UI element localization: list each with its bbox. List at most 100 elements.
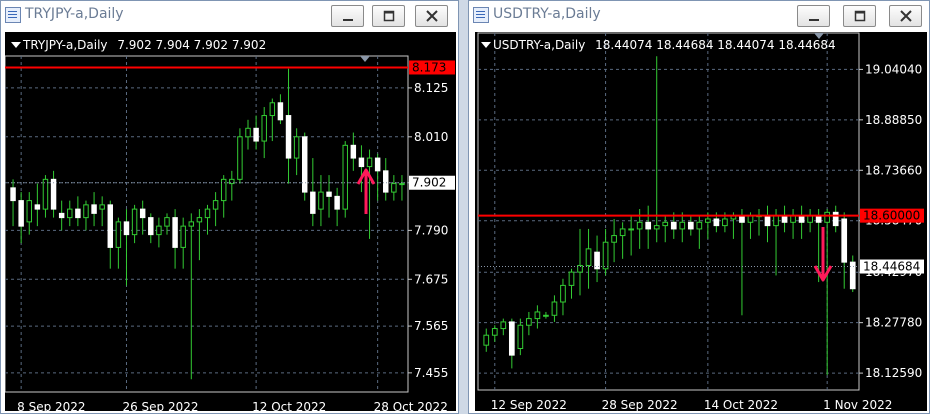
x-tick-label: 1 Nov 2022 xyxy=(823,398,892,412)
y-tick-label: 19.04040 xyxy=(865,62,922,76)
candle-body xyxy=(277,102,284,121)
candle-body xyxy=(391,183,397,193)
chart-header: TRYJPY-a,Daily 7.902 7.904 7.902 7.902 xyxy=(23,38,266,52)
candle-body xyxy=(26,200,32,223)
minimize-button[interactable] xyxy=(331,5,364,27)
candle-body xyxy=(619,228,626,237)
candle-body xyxy=(148,217,154,236)
maximize-button[interactable] xyxy=(372,5,405,27)
candle-body xyxy=(293,136,300,159)
candle-body xyxy=(670,221,677,230)
window-title: TRYJPY-a,Daily xyxy=(25,6,124,22)
candle-body xyxy=(491,328,498,336)
candle-body xyxy=(662,221,669,227)
candle-body xyxy=(722,218,728,227)
candle-body xyxy=(204,208,211,219)
chart-canvas[interactable]: 19.0404018.8885018.7366018.5847018.42970… xyxy=(475,32,929,413)
chart-canvas[interactable]: 8.125 8.010 7.902 7.790 7.675 7.565 7.455 8 Sep… xyxy=(5,32,458,413)
candle-body xyxy=(543,314,549,317)
price-label: 18.44684 xyxy=(863,260,920,274)
minimize-button[interactable] xyxy=(797,5,830,27)
close-button[interactable] xyxy=(415,5,448,27)
candle-body xyxy=(326,191,332,197)
candle-body xyxy=(318,191,324,210)
candle-body xyxy=(91,204,97,214)
candle-body xyxy=(67,208,73,219)
candle-body xyxy=(245,127,251,138)
candle-body xyxy=(58,212,65,219)
candle-body xyxy=(310,191,316,214)
candle-body xyxy=(115,221,122,248)
candle-body xyxy=(180,225,186,248)
candle-body xyxy=(653,225,660,230)
window-titlebar[interactable]: USDTRY-a,Daily xyxy=(469,1,929,32)
candle-body xyxy=(713,218,720,227)
candle-body xyxy=(285,115,292,159)
candle-body xyxy=(212,200,219,210)
y-tick-label: 7.455 xyxy=(414,366,448,380)
y-tick-label: 18.27780 xyxy=(865,316,922,330)
candle-body xyxy=(83,204,89,219)
chart-ohlc: 18.44074 18.44684 18.44074 18.44684 xyxy=(595,38,836,52)
candle-body xyxy=(342,144,348,210)
chart-window-icon xyxy=(5,7,21,23)
candle-body xyxy=(508,321,515,356)
candle-body xyxy=(611,235,617,243)
x-tick-label: 12 Oct 2022 xyxy=(252,400,326,413)
chart-shift-icon xyxy=(360,56,370,62)
chart-menu-triangle-icon[interactable] xyxy=(481,42,491,48)
candle-body xyxy=(334,195,340,210)
candle-body xyxy=(832,211,839,227)
chart-window-icon xyxy=(473,7,489,23)
y-tick-label: 7.675 xyxy=(414,272,448,286)
y-tick-label: 18.12590 xyxy=(865,366,922,380)
candle-body xyxy=(568,271,575,286)
candle-body xyxy=(269,102,276,117)
x-tick-label: 26 Sep 2022 xyxy=(122,400,198,413)
chart-svg[interactable]: 8.125 8.010 7.902 7.790 7.675 7.565 7.455 8 Sep… xyxy=(5,32,458,413)
maximize-button[interactable] xyxy=(843,5,876,27)
candle-body xyxy=(237,136,243,180)
window-title: USDTRY-a,Daily xyxy=(493,6,601,22)
chart-svg[interactable]: 19.0404018.8885018.7366018.5847018.42970… xyxy=(475,32,929,413)
candle-body xyxy=(383,170,389,193)
candle-body xyxy=(107,204,114,248)
y-tick-label: 18.88850 xyxy=(865,113,922,127)
y-tick-label: 8.125 xyxy=(414,81,448,95)
window-titlebar[interactable]: TRYJPY-a,Daily xyxy=(1,1,458,32)
chart-symbol: TRYJPY-a,Daily xyxy=(23,38,108,52)
y-tick-label: 7.790 xyxy=(414,223,448,237)
candle-body xyxy=(399,183,405,186)
y-tick-label: 8.010 xyxy=(414,130,448,144)
candle-body xyxy=(636,221,643,230)
candle-body xyxy=(705,218,711,223)
x-tick-label: 28 Sep 2022 xyxy=(602,398,678,412)
candle-body xyxy=(500,321,507,330)
candle-body xyxy=(42,178,49,210)
close-icon xyxy=(899,10,912,22)
candle-body xyxy=(50,178,57,210)
candle-body xyxy=(628,228,634,231)
candle-body xyxy=(849,261,856,290)
level-label: 8.173 xyxy=(412,60,446,74)
chart-menu-triangle-icon[interactable] xyxy=(11,42,21,48)
candle-body xyxy=(301,136,308,193)
candle-body xyxy=(358,157,365,168)
candle-body xyxy=(10,187,16,202)
candle-body xyxy=(350,144,357,159)
candle-body xyxy=(253,127,259,142)
candle-body xyxy=(374,157,381,172)
maximize-icon xyxy=(383,10,394,22)
candle-body xyxy=(18,200,24,227)
chart-window-usdtry[interactable]: USDTRY-a,Daily 19.04040 18.88850 18.73660 1… xyxy=(468,0,930,414)
candle-body xyxy=(773,215,779,227)
chart-ohlc: 7.902 7.904 7.902 7.902 xyxy=(117,38,267,52)
close-icon xyxy=(425,10,438,22)
minimize-icon xyxy=(342,19,353,21)
chart-symbol: USDTRY-a,Daily xyxy=(493,38,586,52)
candle-body xyxy=(188,221,195,227)
chart-window-tryjpy[interactable]: TRYJPY-a,Daily 8.125 8.010 7.902 7.790 7.675… xyxy=(0,0,459,414)
candle-body xyxy=(366,157,373,168)
close-button[interactable] xyxy=(889,5,922,27)
candle-body xyxy=(560,284,566,303)
